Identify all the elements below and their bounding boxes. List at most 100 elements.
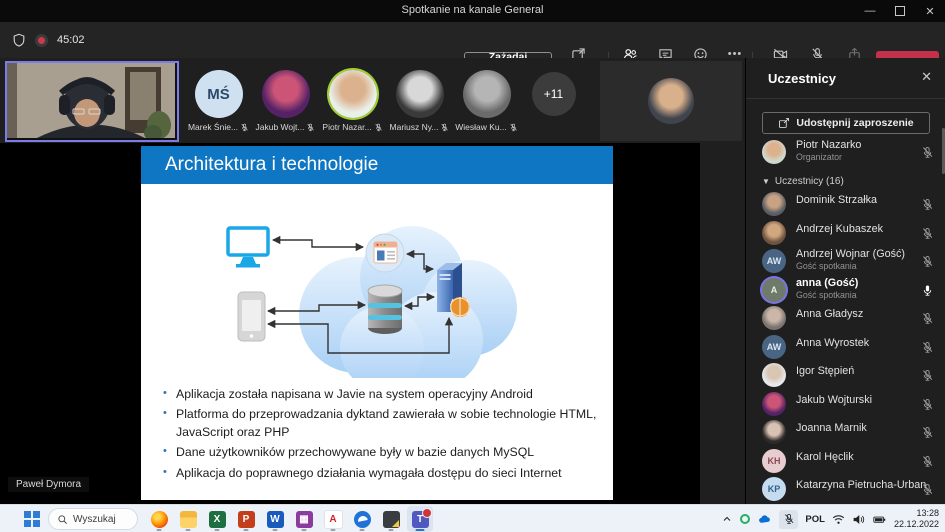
- wifi-icon[interactable]: [832, 513, 845, 526]
- share-invite-button[interactable]: Udostępnij zaproszenie: [762, 112, 930, 134]
- onedrive-icon[interactable]: [757, 513, 772, 526]
- taskbar-app-stats-app[interactable]: ▦: [291, 506, 317, 532]
- mic-on-icon: [921, 284, 934, 297]
- bullet-item: Aplikacja została napisana w Javie na sy…: [163, 386, 601, 403]
- close-button[interactable]: ✕: [915, 0, 945, 22]
- participant-row[interactable]: Anna Gładysz: [746, 304, 945, 333]
- participant-thumbnail[interactable]: MŚ Marek Śnie...: [185, 58, 252, 143]
- taskbar-app-excel[interactable]: X: [204, 506, 230, 532]
- search-placeholder: Wyszukaj: [73, 514, 116, 525]
- participant-thumbnail[interactable]: Mariusz Ny...: [386, 58, 453, 143]
- avatar: [463, 70, 511, 118]
- mic-muted-icon: [921, 426, 934, 439]
- participant-thumbnail[interactable]: Piotr Nazar...: [319, 58, 386, 143]
- participant-row[interactable]: KH Karol Hęclik: [746, 447, 945, 476]
- taskbar-app-teams[interactable]: T: [407, 506, 433, 532]
- powerpoint-icon: P: [238, 511, 255, 528]
- slide: Architektura i technologie: [141, 146, 613, 500]
- avatar: KP: [762, 477, 786, 501]
- notes-app-icon: [383, 511, 400, 528]
- participant-thumbnail[interactable]: Jakub Wojt...: [252, 58, 319, 143]
- avatar: [762, 392, 786, 416]
- thumbnail-label: Piotr Nazar...: [319, 122, 386, 132]
- mic-muted-icon: [306, 123, 315, 132]
- taskbar-app-notes-app[interactable]: [378, 506, 404, 532]
- maximize-button[interactable]: [885, 0, 915, 22]
- clock-time: 13:28: [894, 508, 939, 519]
- caret-down-icon: ▼: [762, 177, 770, 186]
- participant-row[interactable]: Andrzej Kubaszek: [746, 219, 945, 248]
- thumbnail-label: Marek Śnie...: [185, 122, 252, 132]
- volume-icon[interactable]: [852, 513, 865, 526]
- running-indicator: [302, 529, 307, 531]
- avatar: [262, 70, 310, 118]
- avatar: A: [762, 278, 786, 302]
- avatar: [762, 420, 786, 444]
- panel-close-icon[interactable]: ✕: [921, 69, 932, 85]
- organizer-row[interactable]: Piotr Nazarko Organizator: [746, 138, 945, 168]
- bullet-item: Aplikacja do poprawnego działania wymaga…: [163, 465, 601, 482]
- mic-muted-icon: [240, 123, 249, 132]
- battery-icon[interactable]: [872, 513, 887, 526]
- app-glyph: A: [329, 514, 336, 525]
- thumbnail-label: Wiesław Ku...: [453, 122, 520, 132]
- taskbar-app-file-explorer[interactable]: [175, 506, 201, 532]
- participant-thumbnail[interactable]: Wiesław Ku...: [453, 58, 520, 143]
- participant-row[interactable]: AWAndrzej Wojnar (Gość)Gość spotkania: [746, 247, 945, 276]
- taskbar-search[interactable]: Wyszukaj: [48, 508, 138, 530]
- avatar: [762, 140, 786, 164]
- participant-row[interactable]: AWAnna Wyrostek: [746, 333, 945, 362]
- meeting-toolbar: 45:02 Zażądaj kontroli Nowe okno OsobyCz…: [0, 22, 945, 59]
- taskbar-app-firefox[interactable]: [146, 506, 172, 532]
- participant-row[interactable]: Jakub Wojturski: [746, 390, 945, 419]
- avatar: [762, 306, 786, 330]
- mic-muted-icon: [921, 146, 934, 159]
- thumbnail-name: Mariusz Ny...: [390, 122, 439, 132]
- maximize-icon: [895, 6, 905, 16]
- participant-row[interactable]: Dominik Strzałka: [746, 190, 945, 219]
- self-video-tile[interactable]: [5, 61, 179, 142]
- shield-icon: [12, 33, 26, 47]
- clock-date: 22.12.2022: [894, 519, 939, 530]
- taskbar-app-powerpoint[interactable]: P: [233, 506, 259, 532]
- avatar: [648, 78, 694, 124]
- participant-row[interactable]: Aanna (Gość)Gość spotkania: [746, 276, 945, 305]
- mic-muted-icon: [921, 455, 934, 468]
- avatar: MŚ: [195, 70, 243, 118]
- self-video: [7, 63, 175, 138]
- running-indicator: [389, 529, 394, 531]
- taskbar-app-thunderbird[interactable]: [349, 506, 375, 532]
- thumbnail-name: Wiesław Ku...: [455, 122, 507, 132]
- tray-chevron-icon[interactable]: [721, 513, 733, 525]
- thumbnail-name: Marek Śnie...: [188, 122, 238, 132]
- window-title: Spotkanie na kanale General: [0, 4, 945, 16]
- running-indicator: [186, 529, 191, 531]
- participant-row[interactable]: KPKatarzyna Pietrucha-Urbanik: [746, 475, 945, 504]
- participants-section-header[interactable]: ▼ Uczestnicy (16): [762, 176, 844, 187]
- mic-muted-icon: [921, 398, 934, 411]
- antivirus-tray-icon[interactable]: [740, 514, 750, 524]
- participant-name: anna (Gość): [796, 277, 858, 289]
- windows-start-button[interactable]: [24, 511, 40, 527]
- word-icon: W: [267, 511, 284, 528]
- participant-row[interactable]: Igor Stępień: [746, 361, 945, 390]
- minimize-button[interactable]: —: [855, 0, 885, 22]
- avatar: KH: [762, 449, 786, 473]
- taskbar-app-acrobat[interactable]: A: [320, 506, 346, 532]
- language-indicator[interactable]: POL: [805, 514, 825, 525]
- avatar: [329, 70, 377, 118]
- tray-mic-muted-button[interactable]: [779, 510, 798, 529]
- mic-muted-icon: [921, 483, 934, 496]
- thumbnail-name: Piotr Nazar...: [322, 122, 371, 132]
- participant-role: Gość spotkania: [796, 290, 857, 300]
- overflow-tile[interactable]: +11: [520, 58, 587, 143]
- spotlight-tile[interactable]: [600, 61, 742, 141]
- participant-name: Karol Hęclik: [796, 451, 854, 463]
- architecture-diagram: [197, 210, 519, 378]
- taskbar-app-word[interactable]: W: [262, 506, 288, 532]
- tray-clock[interactable]: 13:28 22.12.2022: [894, 508, 939, 531]
- participant-row[interactable]: Joanna Marnik: [746, 418, 945, 447]
- mic-muted-icon: [921, 312, 934, 325]
- recording-indicator-icon: [35, 34, 48, 47]
- running-indicator: [273, 529, 278, 531]
